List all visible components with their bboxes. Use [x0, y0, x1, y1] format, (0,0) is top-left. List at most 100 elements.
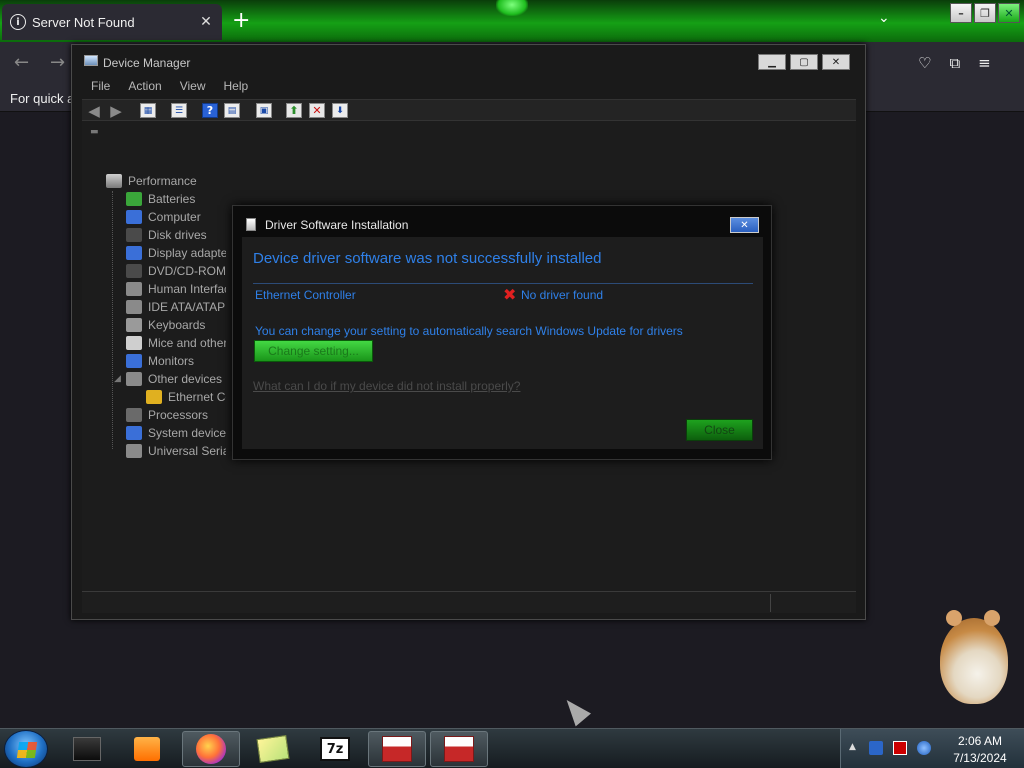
network-icon[interactable]	[869, 741, 883, 755]
menu-help[interactable]: Help	[215, 77, 258, 97]
maximize-button[interactable]: ▢	[790, 54, 818, 70]
dialog-close-icon[interactable]: ✕	[730, 217, 759, 233]
dialog-title: Driver Software Installation	[265, 218, 409, 232]
uninstall-device-icon[interactable]: ⬇	[332, 103, 348, 118]
taskbar-cmd[interactable]	[58, 731, 116, 767]
new-tab-button[interactable]: +	[232, 9, 250, 33]
tree-item[interactable]: Universal Serial E	[126, 442, 226, 460]
taskbar-7zip[interactable]: 7z	[306, 731, 364, 767]
tree-item[interactable]: System devices	[126, 424, 226, 442]
minimize-icon[interactable]: –	[950, 3, 972, 23]
tab-title: Server Not Found	[32, 14, 135, 30]
disable-device-icon[interactable]: ✕	[309, 103, 325, 118]
tree-item-label: IDE ATA/ATAPI c	[148, 300, 226, 314]
tree-item-label: Computer	[148, 210, 201, 224]
computer-root-icon	[106, 174, 122, 188]
status-separator	[770, 594, 771, 612]
driver-status: No driver found	[521, 288, 604, 302]
scan-hardware-icon[interactable]: ▣	[256, 103, 272, 118]
tree-item-label: Mice and other p	[148, 336, 226, 350]
tree-root-label: Performance	[128, 174, 197, 188]
tree-item[interactable]: Mice and other p	[126, 334, 226, 352]
close-tab-icon[interactable]: ✕	[198, 14, 214, 30]
clock-time[interactable]: 2:06 AM	[941, 734, 1019, 748]
taskbar: 7z ▲ 2:06 AM 7/13/2024	[0, 728, 1024, 768]
show-hide-icon[interactable]: ▤	[224, 103, 240, 118]
taskbar-device-manager[interactable]	[368, 731, 426, 767]
clock-date[interactable]: 7/13/2024	[941, 751, 1019, 765]
monitor-icon	[126, 354, 142, 368]
browser-tab[interactable]: i Server Not Found ✕	[2, 4, 222, 40]
device-manager-title-bar[interactable]: Device Manager ▁ ▢ ✕	[72, 45, 865, 75]
tree-item[interactable]: Other devices	[126, 370, 226, 388]
status-bar	[82, 591, 856, 613]
close-button[interactable]: ✕	[822, 54, 850, 70]
tree-item[interactable]: Keyboards	[126, 316, 226, 334]
usb-icon	[126, 444, 142, 458]
volume-icon[interactable]	[917, 741, 931, 755]
tree-item[interactable]: Human Interface	[126, 280, 226, 298]
restore-icon[interactable]: ❐	[974, 3, 996, 23]
pocket-icon[interactable]: ♡	[918, 54, 931, 72]
other-devices-icon	[126, 372, 142, 386]
tree-item[interactable]: Display adapters	[126, 244, 226, 262]
update-driver-icon[interactable]: ⬆	[286, 103, 302, 118]
help-link[interactable]: What can I do if my device did not insta…	[253, 379, 520, 393]
ide-controller-icon	[126, 300, 142, 314]
tree-item-label: Ethernet Con	[168, 390, 226, 404]
taskbar-firefox[interactable]	[182, 731, 240, 767]
tree-item-label: Other devices	[148, 372, 223, 386]
back-arrow-icon[interactable]: ←	[14, 52, 29, 73]
help-icon[interactable]: ?	[202, 103, 218, 118]
chevron-down-icon[interactable]: ⌄	[878, 10, 890, 26]
close-button[interactable]: Close	[686, 419, 753, 441]
taskbar-media[interactable]	[118, 731, 176, 767]
back-arrow-icon[interactable]: ◀	[86, 102, 102, 120]
console-tree-icon[interactable]: ▦	[140, 103, 156, 118]
menu-bar: File Action View Help	[82, 77, 856, 97]
tree-line	[112, 191, 113, 449]
dialog-heading: Device driver software was not successfu…	[253, 250, 602, 267]
tree-item[interactable]: Ethernet Con	[146, 388, 226, 406]
device-name: Ethernet Controller	[255, 288, 356, 302]
tree-item[interactable]: Processors	[126, 406, 226, 424]
toolbox-icon	[382, 736, 412, 762]
hamster-body	[940, 618, 1008, 704]
tree-item[interactable]: Computer	[126, 208, 226, 226]
tree-item[interactable]: Disk drives	[126, 226, 226, 244]
close-window-icon[interactable]: ✕	[998, 3, 1020, 23]
properties-icon[interactable]: ☰	[171, 103, 187, 118]
tree-item[interactable]: Batteries	[126, 190, 226, 208]
device-manager-icon	[84, 55, 98, 66]
browser-toolbar-right: ♡ ⧉ ≡	[918, 54, 991, 72]
menu-view[interactable]: View	[171, 77, 215, 97]
tree-root[interactable]: Performance	[106, 172, 197, 190]
tree-item[interactable]: DVD/CD-ROM d	[126, 262, 226, 280]
change-setting-button[interactable]: Change setting...	[254, 340, 373, 362]
taskbar-driver-install[interactable]	[430, 731, 488, 767]
show-hidden-icons-icon[interactable]: ▲	[849, 742, 856, 752]
media-player-icon	[134, 737, 160, 761]
collapse-icon[interactable]: ▬	[90, 127, 99, 137]
minimize-button[interactable]: ▁	[758, 54, 786, 70]
taskbar-sticky-notes[interactable]	[244, 731, 302, 767]
tree-item[interactable]: IDE ATA/ATAPI c	[126, 298, 226, 316]
tree-item[interactable]: Monitors	[126, 352, 226, 370]
hamster-mascot-icon	[936, 602, 1012, 706]
forward-arrow-icon[interactable]: →	[50, 52, 65, 73]
toolbox-icon	[444, 736, 474, 762]
start-button[interactable]	[4, 730, 48, 768]
tree-item-label: Human Interface	[148, 282, 226, 296]
error-x-icon: ✖	[503, 285, 517, 304]
theme-decoration	[496, 0, 528, 16]
processor-icon	[126, 408, 142, 422]
menu-file[interactable]: File	[82, 77, 119, 97]
menu-icon[interactable]: ≡	[978, 54, 991, 72]
system-devices-icon	[126, 426, 142, 440]
forward-arrow-icon[interactable]: ▶	[108, 102, 124, 120]
expand-arrow-icon[interactable]: ◢	[114, 374, 121, 384]
menu-action[interactable]: Action	[119, 77, 170, 97]
extensions-icon[interactable]: ⧉	[949, 54, 960, 72]
action-center-icon[interactable]	[893, 741, 907, 755]
tree-item-label: Batteries	[148, 192, 196, 206]
